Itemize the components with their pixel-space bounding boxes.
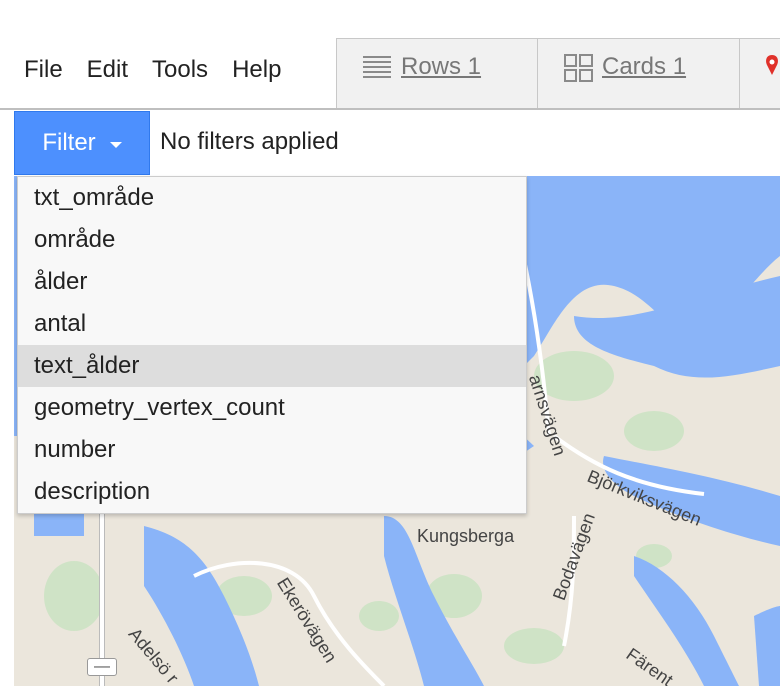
- filter-button-label: Filter: [42, 129, 96, 156]
- filter-option[interactable]: description: [18, 471, 526, 513]
- filter-option[interactable]: ålder: [18, 261, 526, 303]
- filter-status: No filters applied: [160, 128, 339, 155]
- zoom-out-button[interactable]: —: [87, 658, 117, 676]
- tab-cards-label: Cards 1: [602, 53, 687, 80]
- filter-bar: Filter No filters applied: [0, 110, 780, 176]
- tab-rows-label: Rows 1: [401, 53, 482, 80]
- filter-button[interactable]: Filter: [14, 111, 150, 175]
- menu-file[interactable]: File: [0, 40, 75, 100]
- menubar: File Edit Tools Help: [0, 40, 293, 100]
- rows-icon: [363, 53, 393, 83]
- filter-option[interactable]: number: [18, 429, 526, 471]
- filter-option[interactable]: antal: [18, 303, 526, 345]
- top-toolbar: File Edit Tools Help Rows 1 Cards 1: [0, 0, 780, 110]
- tab-map[interactable]: [740, 38, 780, 110]
- tab-cards[interactable]: Cards 1: [538, 38, 740, 110]
- menu-help[interactable]: Help: [220, 40, 293, 100]
- filter-dropdown: txt_område område ålder antal text_ålder…: [17, 176, 527, 514]
- filter-option[interactable]: geometry_vertex_count: [18, 387, 526, 429]
- view-tabs: Rows 1 Cards 1: [336, 38, 780, 110]
- chevron-down-icon: [109, 142, 122, 148]
- filter-option[interactable]: txt_område: [18, 177, 526, 219]
- filter-option-highlighted[interactable]: text_ålder: [18, 345, 526, 387]
- menu-tools[interactable]: Tools: [140, 40, 220, 100]
- map-label-kungsberga: Kungsberga: [417, 526, 515, 546]
- menu-edit[interactable]: Edit: [75, 40, 140, 100]
- map-pin-icon: [764, 53, 780, 83]
- cards-icon: [564, 53, 594, 83]
- tab-rows[interactable]: Rows 1: [336, 38, 538, 110]
- filter-option[interactable]: område: [18, 219, 526, 261]
